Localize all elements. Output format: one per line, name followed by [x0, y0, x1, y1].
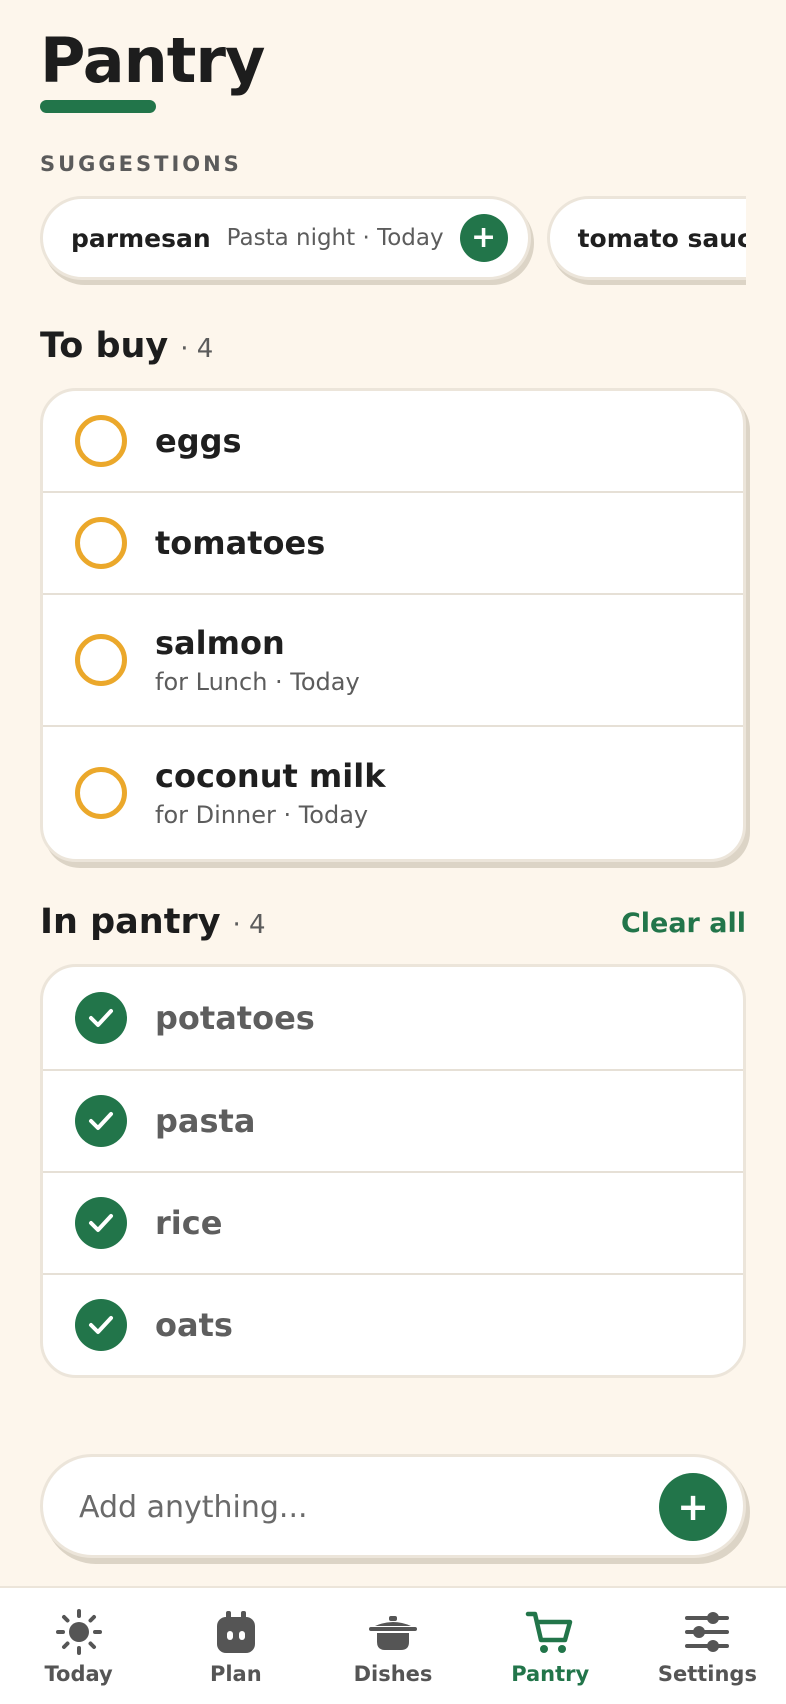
item-meta: for Dinner · Today — [155, 801, 369, 829]
unchecked-circle-icon[interactable] — [75, 415, 127, 467]
sun-icon — [55, 1609, 102, 1655]
tab-settings[interactable]: Settings — [629, 1588, 786, 1704]
bottom-tab-bar: Today Plan Dishes Pantry Settings — [0, 1586, 786, 1704]
suggestion-meta: Pasta night · Today — [226, 225, 444, 251]
unchecked-circle-icon[interactable] — [75, 634, 127, 686]
item-name: eggs — [155, 422, 242, 460]
tab-pantry[interactable]: Pantry — [472, 1588, 629, 1704]
check-icon[interactable] — [75, 992, 127, 1044]
unchecked-circle-icon[interactable] — [75, 517, 127, 569]
to-buy-count: · 4 — [180, 334, 214, 364]
suggestion-chip[interactable]: tomato sauce — [546, 196, 746, 280]
list-item[interactable]: oats — [43, 1273, 743, 1375]
tab-plan[interactable]: Plan — [157, 1588, 314, 1704]
check-icon[interactable] — [75, 1197, 127, 1249]
tab-label: Dishes — [353, 1662, 433, 1686]
item-meta: for Lunch · Today — [155, 668, 360, 696]
add-item-button[interactable]: + — [659, 1473, 727, 1541]
add-item-input[interactable] — [79, 1479, 639, 1535]
list-item[interactable]: pasta — [43, 1069, 743, 1171]
item-name: pasta — [155, 1102, 256, 1140]
sliders-icon — [685, 1612, 730, 1652]
to-buy-header: To buy · 4 — [40, 326, 213, 366]
to-buy-title: To buy — [40, 326, 169, 366]
suggestion-add-button[interactable]: + — [459, 214, 508, 262]
page-title: Pantry — [40, 24, 265, 97]
check-icon[interactable] — [75, 1095, 127, 1147]
suggestion-name: parmesan — [71, 223, 211, 253]
list-item[interactable]: rice — [43, 1171, 743, 1273]
item-name: potatoes — [155, 999, 315, 1037]
clear-all-button[interactable]: Clear all — [621, 908, 746, 939]
item-name: oats — [155, 1306, 233, 1344]
list-item[interactable]: tomatoes — [43, 491, 743, 593]
tab-today[interactable]: Today — [0, 1588, 157, 1704]
in-pantry-header: In pantry · 4 — [40, 902, 266, 942]
pot-icon — [369, 1616, 417, 1650]
list-item[interactable]: potatoes — [43, 967, 743, 1069]
suggestion-chip[interactable]: parmesan Pasta night · Today + — [40, 196, 531, 280]
title-underline — [40, 100, 156, 113]
tab-dishes[interactable]: Dishes — [314, 1588, 471, 1704]
unchecked-circle-icon[interactable] — [75, 767, 127, 819]
in-pantry-title: In pantry — [40, 902, 221, 942]
tab-label: Plan — [209, 1662, 262, 1686]
in-pantry-list: potatoes pasta rice oats — [40, 964, 746, 1378]
item-name: salmon — [155, 624, 285, 662]
item-name: rice — [155, 1204, 223, 1242]
calendar-face-icon — [216, 1611, 255, 1653]
add-item-bar: + — [40, 1454, 746, 1558]
suggestion-name: tomato sauce — [577, 223, 746, 253]
list-item[interactable]: salmon for Lunch · Today — [43, 593, 743, 725]
suggestions-label: SUGGESTIONS — [40, 152, 242, 176]
cart-icon — [525, 1611, 573, 1653]
tab-label: Today — [44, 1662, 113, 1686]
tab-label: Pantry — [511, 1662, 590, 1686]
check-icon[interactable] — [75, 1299, 127, 1351]
suggestions-row[interactable]: parmesan Pasta night · Today + tomato sa… — [40, 196, 746, 286]
tab-label: Settings — [657, 1662, 757, 1686]
list-item[interactable]: eggs — [43, 391, 743, 491]
to-buy-list: eggs tomatoes salmon for Lunch · Today c… — [40, 388, 746, 862]
in-pantry-count: · 4 — [232, 910, 266, 940]
item-name: tomatoes — [155, 524, 326, 562]
item-name: coconut milk — [155, 757, 386, 795]
list-item[interactable]: coconut milk for Dinner · Today — [43, 725, 743, 859]
